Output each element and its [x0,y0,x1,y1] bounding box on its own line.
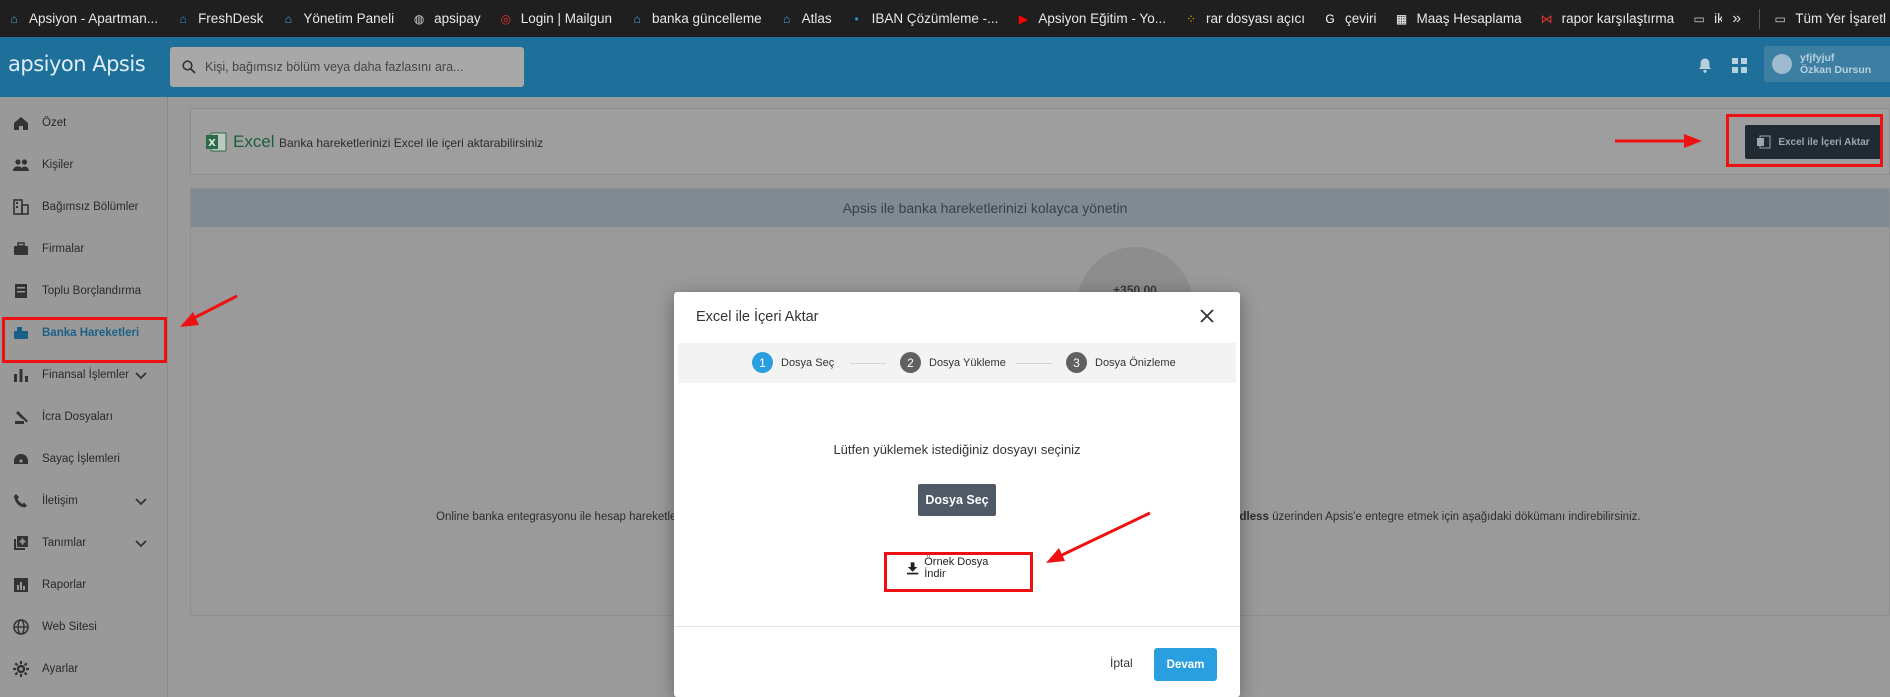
annotation-box-download [884,552,1033,592]
bookmarks-right: » ▭ Tüm Yer İşaretl [1722,0,1890,37]
modal-footer-divider [674,626,1240,627]
close-icon[interactable] [1198,307,1216,325]
annotation-box-import [1726,114,1883,167]
calculator-icon: ▦ [1395,11,1408,26]
compare-icon: ⋈ [1540,11,1553,26]
bookmark-item[interactable]: ⌂ Yönetim Paneli [280,11,394,27]
freshdesk-icon: ⌂ [179,11,187,26]
step-2-label: Dosya Yükleme [929,356,1006,369]
more-bookmarks-icon[interactable]: » [1732,10,1741,28]
bookmark-item[interactable]: ▦ Maaş Hesaplama [1394,11,1522,27]
modal-title: Excel ile İçeri Aktar [696,309,819,325]
globe-icon: ◍ [413,11,425,26]
step-3[interactable]: 3 Dosya Önizleme [1066,352,1176,373]
step-2[interactable]: 2 Dosya Yükleme [900,352,1006,373]
folder-icon: ▭ [1774,11,1786,26]
bookmark-item[interactable]: ▭ ik [1691,11,1723,27]
bookmark-label: rar dosyası açıcı [1205,11,1306,26]
bookmark-item[interactable]: ⌂ banka güncelleme [629,11,762,27]
bookmark-label: apsipay [434,11,481,26]
bookmark-label: Apsiyon - Apartman... [29,11,159,26]
bookmark-label: Yönetim Paneli [303,11,395,26]
step-connector [850,363,886,364]
bookmark-item[interactable]: ▶ Apsiyon Eğitim - Yo... [1015,11,1166,27]
bookmark-item[interactable]: ⌂ Apsiyon - Apartman... [6,11,158,27]
dot-icon: • [854,11,859,26]
bookmark-label: rapor karşılaştırma [1561,11,1675,26]
bookmark-item[interactable]: ◍ apsipay [411,11,481,27]
google-icon: G [1325,11,1335,26]
dots-icon: ⁘ [1185,11,1196,26]
bookmark-item[interactable]: ⁘ rar dosyası açıcı [1183,11,1305,27]
folder-icon: ▭ [1693,11,1705,26]
bookmark-label: Apsiyon Eğitim - Yo... [1038,11,1166,26]
step-1-number: 1 [752,352,773,373]
continue-button[interactable]: Devam [1154,648,1217,681]
bookmark-label: banka güncelleme [652,11,762,26]
bookmark-label: Atlas [801,11,832,26]
step-1[interactable]: 1 Dosya Seç [752,352,834,373]
choose-file-button[interactable]: Dosya Seç [918,484,996,516]
bookmark-label: Maaş Hesaplama [1416,11,1522,26]
excel-import-modal: Excel ile İçeri Aktar 1 Dosya Seç 2 Dosya … [674,292,1240,697]
youtube-icon: ▶ [1018,11,1028,26]
bookmarks-divider [1759,8,1761,29]
cancel-button[interactable]: İptal [1110,656,1133,670]
stepper: 1 Dosya Seç 2 Dosya Yükleme 3 Dosya Önizlem… [678,343,1236,383]
home-outline-icon: ⌂ [10,11,18,26]
bookmark-label: FreshDesk [198,11,264,26]
bookmark-item[interactable]: ⌂ FreshDesk [175,11,263,27]
step-2-number: 2 [900,352,921,373]
step-3-label: Dosya Önizleme [1095,356,1176,369]
bookmark-label: çeviri [1345,11,1377,26]
bookmark-label: Login | Mailgun [520,11,613,26]
bookmark-item[interactable]: Gçeviri [1322,11,1377,27]
home-outline-icon: ⌂ [782,11,791,26]
annotation-box-sidebar [2,317,167,363]
bookmark-item[interactable]: ◎ Login | Mailgun [498,11,612,27]
file-select-prompt: Lütfen yüklemek istediğiniz dosyayı seçi… [833,442,1081,457]
step-connector [1016,363,1052,364]
bookmarks-bar: ⌂ Apsiyon - Apartman... ⌂ FreshDesk ⌂ Yönetim… [0,0,1890,37]
bookmark-item[interactable]: • IBAN Çözümleme -... [849,11,999,27]
bookmark-item[interactable]: ⌂ Atlas [779,11,832,27]
all-bookmarks[interactable]: ▭ Tüm Yer İşaretl [1772,11,1886,27]
bookmark-item[interactable]: ⋈ rapor karşılaştırma [1539,11,1675,27]
all-bookmarks-label: Tüm Yer İşaretl [1795,11,1886,26]
step-1-label: Dosya Seç [781,356,835,369]
home-outline-icon: ⌂ [633,11,641,26]
home-outline-icon: ⌂ [284,11,292,26]
step-3-number: 3 [1066,352,1087,373]
bookmark-label: IBAN Çözümleme -... [871,11,999,26]
mailgun-icon: ◎ [500,11,511,26]
